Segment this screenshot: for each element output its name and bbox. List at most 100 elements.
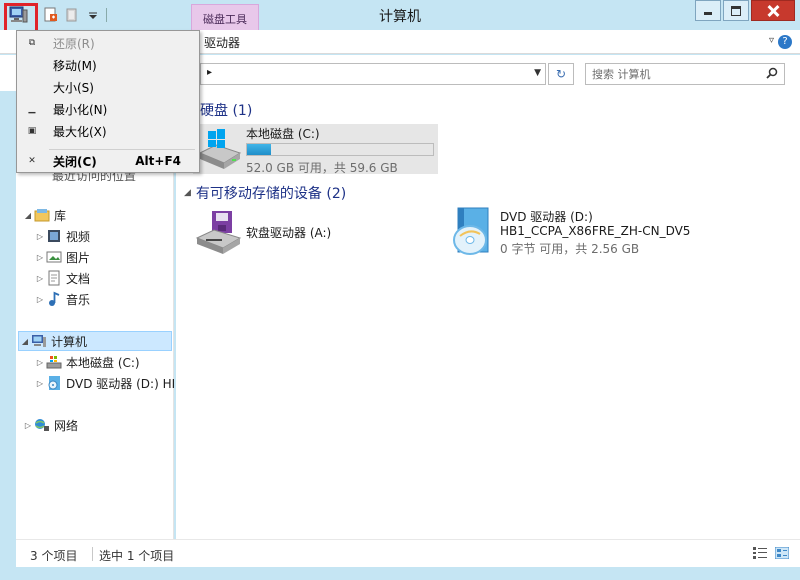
search-icon[interactable] xyxy=(766,67,778,79)
dvd-drive-icon xyxy=(46,375,62,391)
drive-tile-a[interactable]: 软盘驱动器 (A:) xyxy=(192,208,392,258)
expand-arrow-icon[interactable]: ▷ xyxy=(34,379,46,388)
expand-arrow-icon[interactable]: ▷ xyxy=(34,358,46,367)
group-header-label: 硬盘 (1) xyxy=(200,103,253,119)
group-header-hard-disks[interactable]: 硬盘 (1) xyxy=(200,100,252,120)
ribbon-collapse-icon[interactable]: ▿ xyxy=(769,35,774,46)
properties-icon[interactable] xyxy=(43,7,59,23)
expand-arrow-icon[interactable]: ▷ xyxy=(34,232,46,241)
menu-item-label: 最小化(N) xyxy=(53,102,108,117)
video-icon xyxy=(46,228,62,244)
expand-arrow-icon[interactable]: ◢ xyxy=(22,211,34,220)
nav-item-local-disk[interactable]: ▷ 本地磁盘 (C:) xyxy=(34,352,140,372)
document-icon xyxy=(46,270,62,286)
close-icon: ✕ xyxy=(28,156,36,166)
search-box[interactable] xyxy=(585,63,785,85)
nav-item-music[interactable]: ▷ 音乐 xyxy=(34,289,90,309)
group-header-removable[interactable]: ◢ 有可移动存储的设备 (2) xyxy=(184,183,346,203)
drive-usage-fill xyxy=(247,144,272,155)
search-input[interactable] xyxy=(592,66,757,82)
restore-icon: ⧉ xyxy=(28,38,36,48)
new-folder-icon[interactable] xyxy=(64,7,80,23)
library-icon xyxy=(34,207,50,223)
nav-item-computer[interactable]: ◢ 计算机 xyxy=(18,331,172,351)
system-menu: ⧉ 还原(R) 移动(M) 大小(S) ▁ 最小化(N) ▣ 最大化(X) ✕ … xyxy=(16,30,200,173)
customize-toolbar-icon[interactable] xyxy=(85,7,101,23)
breadcrumb-chevron-icon[interactable]: ▸ xyxy=(207,67,212,78)
menu-item-minimize[interactable]: ▁ 最小化(N) xyxy=(19,98,197,120)
window-title: 计算机 xyxy=(379,9,421,25)
address-bar[interactable]: ▸ ▼ xyxy=(200,63,546,85)
maximize-icon xyxy=(731,5,741,16)
tiles-view-icon[interactable] xyxy=(775,547,789,559)
details-view-icon[interactable] xyxy=(753,547,767,559)
music-icon xyxy=(46,291,62,307)
drive-usage-bar xyxy=(246,143,434,156)
drive-name: 软盘驱动器 (A:) xyxy=(246,226,332,240)
expand-arrow-icon[interactable]: ▷ xyxy=(22,421,34,430)
expand-arrow-icon[interactable]: ▷ xyxy=(34,253,46,262)
status-divider xyxy=(92,547,93,561)
context-tab-disk-tools[interactable]: 磁盘工具 xyxy=(191,4,259,30)
refresh-button[interactable]: ↻ xyxy=(548,63,574,85)
drive-tile-d[interactable]: DVD 驱动器 (D:) HB1_CCPA_X86FRE_ZH-CN_DV5 0… xyxy=(446,204,706,264)
menu-item-label: 最大化(X) xyxy=(53,124,107,139)
nav-item-videos[interactable]: ▷ 视频 xyxy=(34,226,90,246)
menu-item-move[interactable]: 移动(M) xyxy=(19,54,197,76)
nav-item-libraries[interactable]: ◢ 库 xyxy=(22,205,66,225)
menu-item-label: 移动(M) xyxy=(53,58,97,73)
drive-free-space: 0 字节 可用，共 2.56 GB xyxy=(500,242,640,256)
nav-item-documents[interactable]: ▷ 文档 xyxy=(34,268,90,288)
nav-item-label: 视频 xyxy=(66,229,91,244)
network-icon xyxy=(34,417,50,433)
picture-icon xyxy=(46,249,62,265)
nav-item-label: 音乐 xyxy=(66,292,91,307)
toolbar-divider xyxy=(106,8,107,22)
close-button[interactable] xyxy=(751,0,795,21)
address-dropdown-icon[interactable]: ▼ xyxy=(534,68,541,78)
nav-item-label: 本地磁盘 (C:) xyxy=(66,355,140,370)
local-disk-icon xyxy=(198,129,242,169)
menu-item-shortcut: Alt+F4 xyxy=(135,154,181,168)
nav-item-network[interactable]: ▷ 网络 xyxy=(22,415,78,435)
drive-tile-c[interactable]: 本地磁盘 (C:) 52.0 GB 可用，共 59.6 GB xyxy=(194,121,444,177)
local-disk-icon xyxy=(46,354,62,370)
nav-item-pictures[interactable]: ▷ 图片 xyxy=(34,247,90,267)
nav-item-dvd-drive[interactable]: ▷ DVD 驱动器 (D:) HI xyxy=(34,373,175,393)
nav-item-label: DVD 驱动器 (D:) HI xyxy=(66,376,176,391)
close-icon xyxy=(768,6,778,16)
drive-volume-label: HB1_CCPA_X86FRE_ZH-CN_DV5 xyxy=(500,224,691,238)
menu-item-maximize[interactable]: ▣ 最大化(X) xyxy=(19,120,197,142)
menu-item-size[interactable]: 大小(S) xyxy=(19,76,197,98)
expand-arrow-icon[interactable]: ▷ xyxy=(34,295,46,304)
nav-item-label: 文档 xyxy=(66,271,91,286)
item-count: 3 个项目 xyxy=(30,549,78,563)
selection-count: 选中 1 个项目 xyxy=(99,549,175,563)
window-bottom-border xyxy=(0,567,800,580)
help-icon[interactable]: ? xyxy=(778,35,792,49)
nav-item-label: 图片 xyxy=(66,250,91,265)
computer-icon xyxy=(31,333,47,349)
menu-item-close[interactable]: ✕ 关闭(C) Alt+F4 xyxy=(19,150,197,172)
floppy-drive-icon xyxy=(195,211,242,254)
nav-item-label: 网络 xyxy=(54,418,79,433)
nav-item-label: 计算机 xyxy=(51,334,88,349)
drive-name: DVD 驱动器 (D:) xyxy=(500,210,593,224)
dvd-drive-icon xyxy=(453,207,489,255)
menu-item-label: 还原(R) xyxy=(53,36,95,51)
window-controls xyxy=(695,0,795,21)
tab-drive[interactable]: 驱动器 xyxy=(204,34,240,51)
menu-item-restore[interactable]: ⧉ 还原(R) xyxy=(19,32,197,54)
minimize-icon: ▁ xyxy=(28,104,36,114)
nav-item-label: 库 xyxy=(54,208,67,223)
minimize-icon xyxy=(703,6,713,16)
collapse-caret-icon[interactable]: ◢ xyxy=(184,188,191,198)
expand-arrow-icon[interactable]: ◢ xyxy=(19,337,31,346)
minimize-button[interactable] xyxy=(695,0,721,21)
maximize-icon: ▣ xyxy=(27,126,37,136)
expand-arrow-icon[interactable]: ▷ xyxy=(34,274,46,283)
menu-item-label: 大小(S) xyxy=(53,80,94,95)
content-pane: 硬盘 (1) 本地磁盘 (C:) 52.0 GB 可用，共 59.6 GB ◢ … xyxy=(176,91,800,539)
title-bar[interactable]: 计算机 磁盘工具 xyxy=(0,0,800,36)
maximize-button[interactable] xyxy=(723,0,749,21)
